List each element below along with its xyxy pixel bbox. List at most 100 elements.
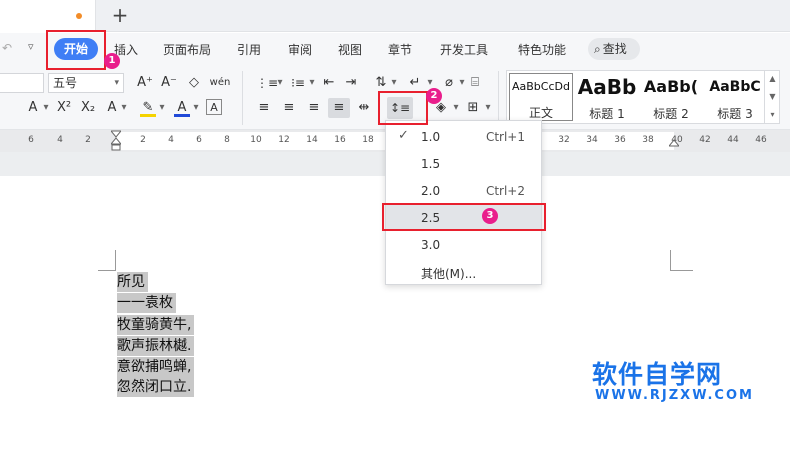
font-name-select[interactable] <box>0 73 44 93</box>
justify-button[interactable]: ≡ <box>328 98 350 118</box>
character-border-button[interactable]: A <box>206 99 222 115</box>
document-text-line[interactable]: 意欲捕鸣蝉, <box>117 357 195 377</box>
document-text-line[interactable]: 忽然闭口立. <box>117 377 195 397</box>
ruler-label: 6 <box>196 135 202 145</box>
strikethrough-button[interactable]: A <box>24 99 42 117</box>
tab-review[interactable]: 审阅 <box>288 41 312 58</box>
style-sample: AaBbC <box>709 79 761 95</box>
style-heading-3[interactable]: AaBbC 标题 3 <box>703 71 767 123</box>
indent-marker-icon[interactable] <box>111 130 121 152</box>
margin-corner-marker <box>670 250 693 271</box>
watermark-title: 软件自学网 <box>592 360 723 389</box>
increase-indent-button[interactable]: ⇥ <box>342 74 360 92</box>
sort-button[interactable]: ⇅ <box>372 74 390 92</box>
chevron-down-icon[interactable]: ▾ <box>120 99 128 117</box>
chevron-down-icon[interactable]: ▾ <box>484 99 492 117</box>
divider <box>498 71 499 125</box>
menu-item-label: 1.5 <box>421 157 441 171</box>
ruler-label: 34 <box>586 135 598 145</box>
menu-item-spacing-1-0[interactable]: ✓ 1.0 Ctrl+1 <box>386 123 541 150</box>
show-marks-button[interactable]: ↵ <box>406 74 424 92</box>
right-indent-marker-icon[interactable] <box>669 132 679 150</box>
superscript-button[interactable]: X² <box>54 99 74 117</box>
tab-developer[interactable]: 开发工具 <box>440 41 488 58</box>
menu-item-spacing-1-5[interactable]: 1.5 <box>386 150 541 177</box>
style-caption: 标题 1 <box>589 107 625 121</box>
chevron-down-icon[interactable]: ▾ <box>308 74 316 92</box>
phonetic-guide-button[interactable]: wén <box>208 74 232 92</box>
distributed-align-button[interactable]: ⇹ <box>354 99 374 117</box>
chevron-down-icon[interactable]: ▾ <box>276 74 284 92</box>
tab-stop-button[interactable]: ⌸ <box>466 74 484 92</box>
document-tab[interactable] <box>0 0 96 32</box>
numbering-button[interactable]: ⁝≡ <box>288 74 308 92</box>
chinese-layout-button[interactable]: ⌀ <box>440 74 458 92</box>
font-size-value: 五号 <box>53 76 78 90</box>
chevron-down-icon[interactable]: ▾ <box>158 99 166 117</box>
font-color-button[interactable]: A <box>174 99 190 117</box>
document-text-line[interactable]: 歌声振林樾. <box>117 336 195 356</box>
gallery-more-icon[interactable]: ▾ <box>765 106 780 124</box>
styles-gallery: AaBbCcDd 正文 AaBb 标题 1 AaBb( 标题 2 AaBbC 标… <box>506 70 780 124</box>
search-button[interactable]: ⌕ 查找 <box>588 38 640 60</box>
menu-item-label: 2.0 <box>421 184 441 198</box>
chevron-down-icon[interactable]: ▾ <box>458 74 466 92</box>
tab-view[interactable]: 视图 <box>338 41 362 58</box>
tab-special-features[interactable]: 特色功能 <box>518 41 566 58</box>
search-icon: ⌕ <box>594 42 601 56</box>
ruler-label: 2 <box>85 135 91 145</box>
highlight-icon[interactable]: ✎ <box>140 99 156 117</box>
shrink-font-button[interactable]: A⁻ <box>160 74 178 92</box>
menu-item-spacing-3-0[interactable]: 3.0 <box>386 231 541 258</box>
tab-page-layout[interactable]: 页面布局 <box>163 41 211 58</box>
tab-chapter[interactable]: 章节 <box>388 41 412 58</box>
grow-font-button[interactable]: A⁺ <box>136 74 154 92</box>
chevron-down-icon[interactable]: ▾ <box>192 99 200 117</box>
ruler-label: 4 <box>168 135 174 145</box>
document-text-line[interactable]: 所见 <box>117 272 148 292</box>
scroll-down-icon[interactable]: ▼ <box>765 88 780 106</box>
document-text-line[interactable]: 一一袁枚 <box>117 293 176 313</box>
watermark-url: WWW.RJZXW.COM <box>595 388 754 403</box>
clear-format-icon[interactable]: ◇ <box>186 74 202 92</box>
style-sample: AaBb <box>577 75 637 99</box>
chevron-down-icon[interactable]: ▾ <box>452 99 460 117</box>
chevron-down-icon[interactable]: ▾ <box>390 74 398 92</box>
style-caption: 正文 <box>528 106 553 120</box>
document-text-line[interactable]: 牧童骑黄牛, <box>117 315 195 335</box>
tab-references[interactable]: 引用 <box>237 41 261 58</box>
align-left-button[interactable]: ≡ <box>254 99 274 117</box>
decrease-indent-button[interactable]: ⇤ <box>320 74 338 92</box>
text-effect-button[interactable]: A <box>104 99 120 117</box>
new-tab-button[interactable]: + <box>110 4 130 26</box>
align-right-button[interactable]: ≡ <box>304 99 324 117</box>
menu-item-spacing-other[interactable]: 其他(M)... <box>386 258 541 285</box>
style-caption: 标题 3 <box>717 107 753 121</box>
borders-button[interactable]: ⊞ <box>464 99 482 117</box>
ruler-label: 6 <box>28 135 34 145</box>
styles-gallery-scroll: ▲ ▼ ▾ <box>764 70 780 124</box>
redo-icon[interactable]: ↶ <box>2 41 12 55</box>
menu-item-label: 1.0 <box>421 130 441 144</box>
unsaved-dot-icon <box>76 13 82 19</box>
step-badge-3: 3 <box>482 208 498 224</box>
chevron-down-icon: ▾ <box>114 78 119 88</box>
style-heading-1[interactable]: AaBb 标题 1 <box>575 71 639 123</box>
chevron-down-icon[interactable]: ▾ <box>42 99 50 117</box>
style-normal[interactable]: AaBbCcDd 正文 <box>509 73 573 121</box>
menu-item-label: 3.0 <box>421 238 441 252</box>
font-size-select[interactable]: 五号 ▾ <box>48 73 124 93</box>
bullets-button[interactable]: ⋮≡ <box>256 74 278 92</box>
scroll-up-icon[interactable]: ▲ <box>765 70 780 88</box>
ruler-label: 12 <box>278 135 290 145</box>
quick-access-dropdown-icon[interactable]: ▿ <box>28 40 34 53</box>
step-badge-1: 1 <box>104 53 120 69</box>
highlight-spacing-2-5 <box>382 203 546 231</box>
menu-item-spacing-2-0[interactable]: 2.0 Ctrl+2 <box>386 177 541 204</box>
subscript-button[interactable]: X₂ <box>78 99 98 117</box>
align-center-button[interactable]: ≡ <box>279 99 299 117</box>
style-heading-2[interactable]: AaBb( 标题 2 <box>639 71 703 123</box>
ruler-label: 36 <box>614 135 626 145</box>
ruler-label: 42 <box>699 135 711 145</box>
margin-corner-marker <box>98 250 116 271</box>
